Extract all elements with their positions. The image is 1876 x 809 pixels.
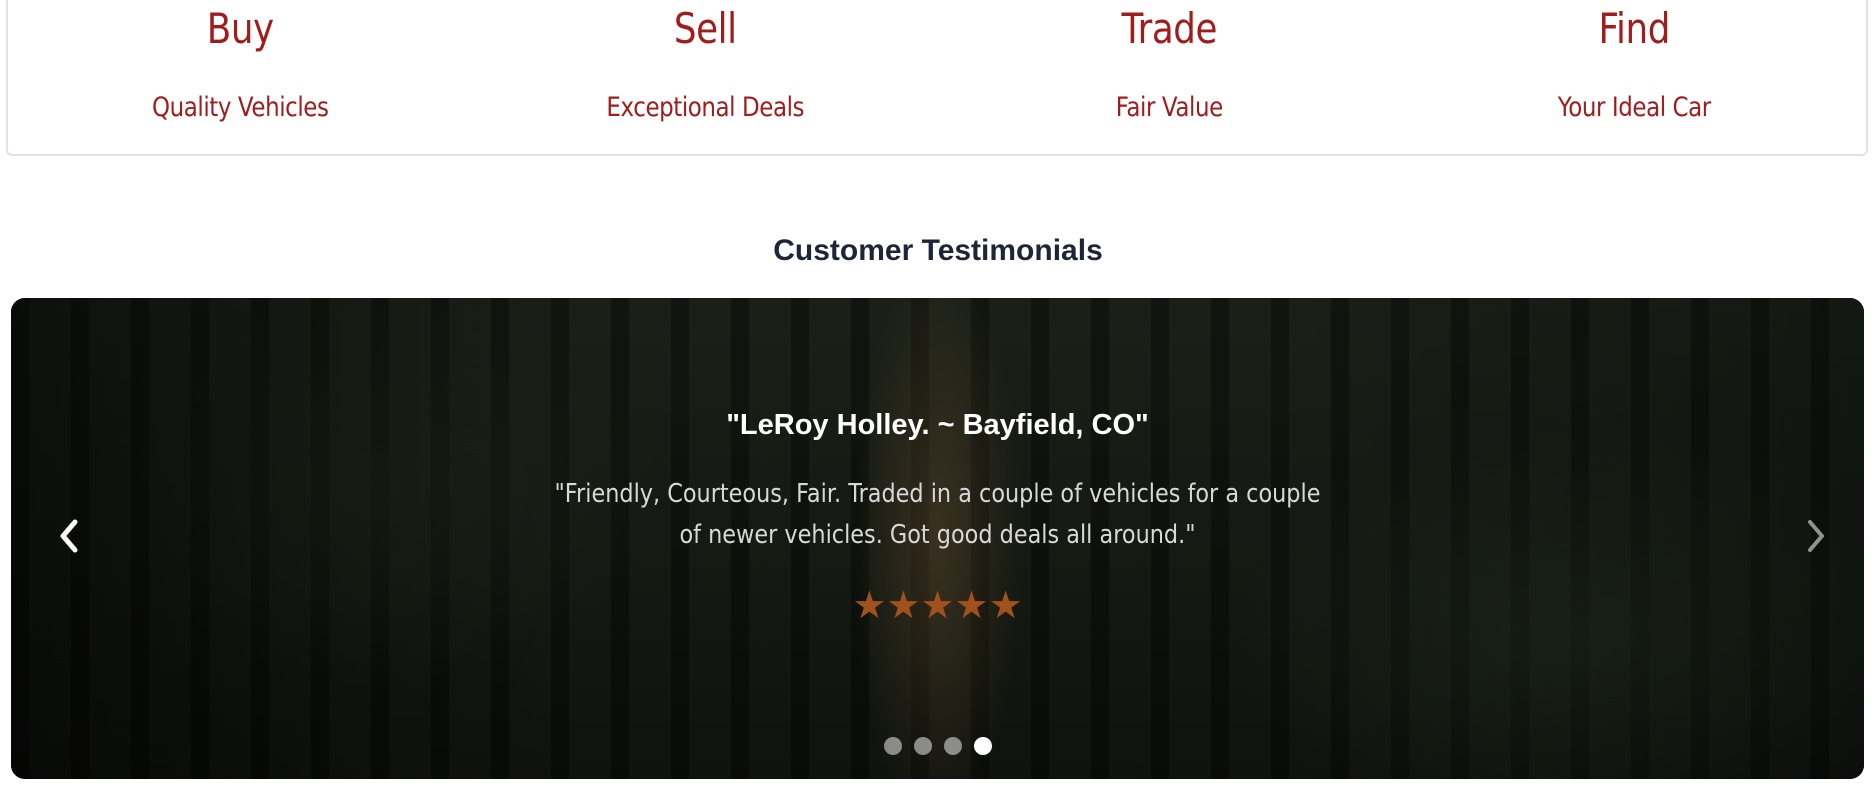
feature-title: Find xyxy=(1598,4,1670,53)
testimonial-slide: "LeRoy Holley. ~ Bayfield, CO" "Friendly… xyxy=(11,298,1864,779)
testimonial-author: "LeRoy Holley. ~ Bayfield, CO" xyxy=(726,409,1149,441)
carousel-indicators xyxy=(11,737,1864,755)
testimonial-quote: "Friendly, Courteous, Fair. Traded in a … xyxy=(554,479,1321,550)
feature-title: Buy xyxy=(206,4,274,53)
carousel-indicator-dot[interactable] xyxy=(913,737,932,755)
feature-subtitle: Fair Value xyxy=(1115,92,1223,123)
feature-find: Find Your Ideal Car xyxy=(1402,0,1867,154)
feature-subtitle: Exceptional Deals xyxy=(605,92,804,123)
chevron-right-icon xyxy=(1808,520,1824,552)
feature-title: Sell xyxy=(673,4,737,53)
feature-title: Trade xyxy=(1121,4,1218,53)
feature-trade: Trade Fair Value xyxy=(937,0,1402,154)
carousel-indicator-dot[interactable] xyxy=(883,737,902,755)
feature-subtitle: Quality Vehicles xyxy=(151,92,329,123)
star-rating: ★★★★★ xyxy=(852,585,1023,627)
chevron-left-icon xyxy=(60,519,78,553)
features-bar: Buy Quality Vehicles Sell Exceptional De… xyxy=(6,0,1868,156)
carousel-prev-button[interactable] xyxy=(49,506,89,566)
feature-sell: Sell Exceptional Deals xyxy=(473,0,938,154)
testimonial-carousel: "LeRoy Holley. ~ Bayfield, CO" "Friendly… xyxy=(11,298,1864,779)
carousel-indicator-dot[interactable] xyxy=(943,737,962,755)
carousel-next-button[interactable] xyxy=(1796,506,1836,566)
feature-buy: Buy Quality Vehicles xyxy=(8,0,473,154)
feature-subtitle: Your Ideal Car xyxy=(1557,92,1711,123)
carousel-indicator-dot[interactable] xyxy=(973,737,992,755)
testimonials-heading: Customer Testimonials xyxy=(773,234,1103,267)
